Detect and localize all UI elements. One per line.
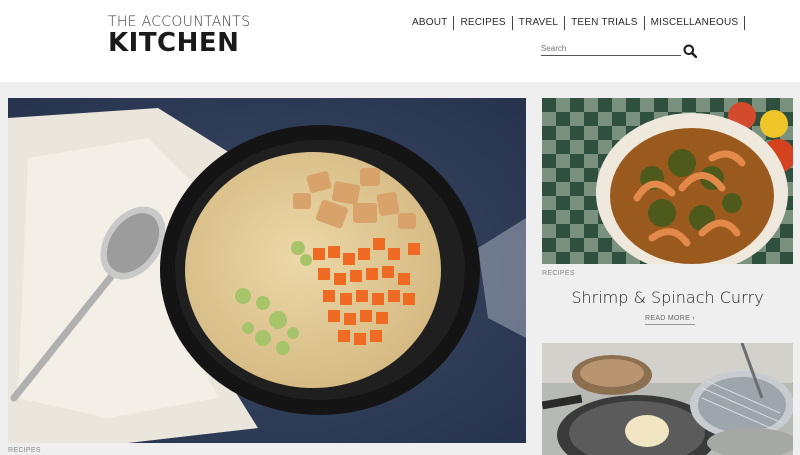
shrimp-curry-image[interactable] — [542, 98, 793, 264]
nav-item-teen-trials[interactable]: TEEN TRIALS — [565, 16, 645, 30]
curry-bowl-photo — [542, 98, 793, 264]
nav-item-miscellaneous[interactable]: MISCELLANEOUS — [645, 16, 746, 30]
hero-image[interactable] — [8, 98, 526, 443]
nav-item-recipes[interactable]: RECIPES — [454, 16, 513, 30]
pans-image[interactable] — [542, 343, 793, 455]
card-title[interactable]: Shrimp & Spinach Curry — [542, 288, 793, 307]
card-category[interactable]: RECIPES — [542, 270, 575, 277]
search-input[interactable] — [541, 40, 676, 57]
search-bar — [541, 38, 681, 57]
main-nav: ABOUT RECIPES TRAVEL TEEN TRIALS MISCELL… — [406, 16, 746, 30]
site-header: THE ACCOUNTANTS KITCHEN ABOUT RECIPES TR… — [0, 0, 800, 82]
site-logo[interactable]: THE ACCOUNTANTS KITCHEN — [108, 14, 250, 56]
pans-photo — [542, 343, 793, 455]
nav-item-travel[interactable]: TRAVEL — [513, 16, 566, 30]
read-more-link[interactable]: READ MORE › — [645, 315, 695, 325]
search-icon[interactable] — [683, 44, 697, 58]
hero-category[interactable]: RECIPES — [8, 447, 41, 454]
soup-bowl-photo — [8, 98, 526, 443]
nav-item-about[interactable]: ABOUT — [406, 16, 455, 30]
logo-wordmark: KITCHEN — [108, 28, 240, 58]
